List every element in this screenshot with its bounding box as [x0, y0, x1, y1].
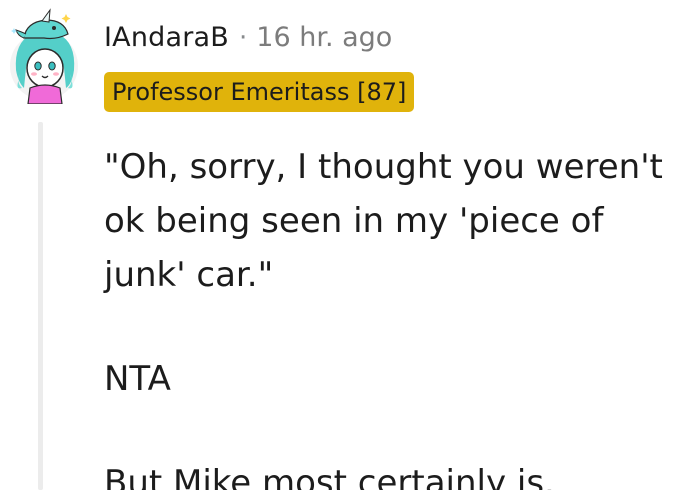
comment-body: "Oh, sorry, I thought you weren't ok bei… — [104, 140, 674, 490]
comment: IAndaraB · 16 hr. ago Professor Emeritas… — [0, 0, 679, 490]
thread-collapse-line[interactable] — [38, 122, 43, 490]
comment-header: IAndaraB · 16 hr. ago — [104, 22, 392, 53]
snoo-avatar-icon — [10, 8, 78, 105]
meta-separator: · — [239, 23, 248, 53]
comment-paragraph: NTA — [104, 359, 171, 399]
comment-paragraph: But Mike most certainly is. — [104, 463, 555, 490]
timestamp-link[interactable]: 16 hr. ago — [256, 22, 392, 53]
avatar[interactable] — [6, 8, 82, 105]
username-link[interactable]: IAndaraB — [104, 22, 229, 53]
user-flair: Professor Emeritass [87] — [104, 72, 415, 112]
comment-paragraph: "Oh, sorry, I thought you weren't ok bei… — [104, 147, 663, 295]
